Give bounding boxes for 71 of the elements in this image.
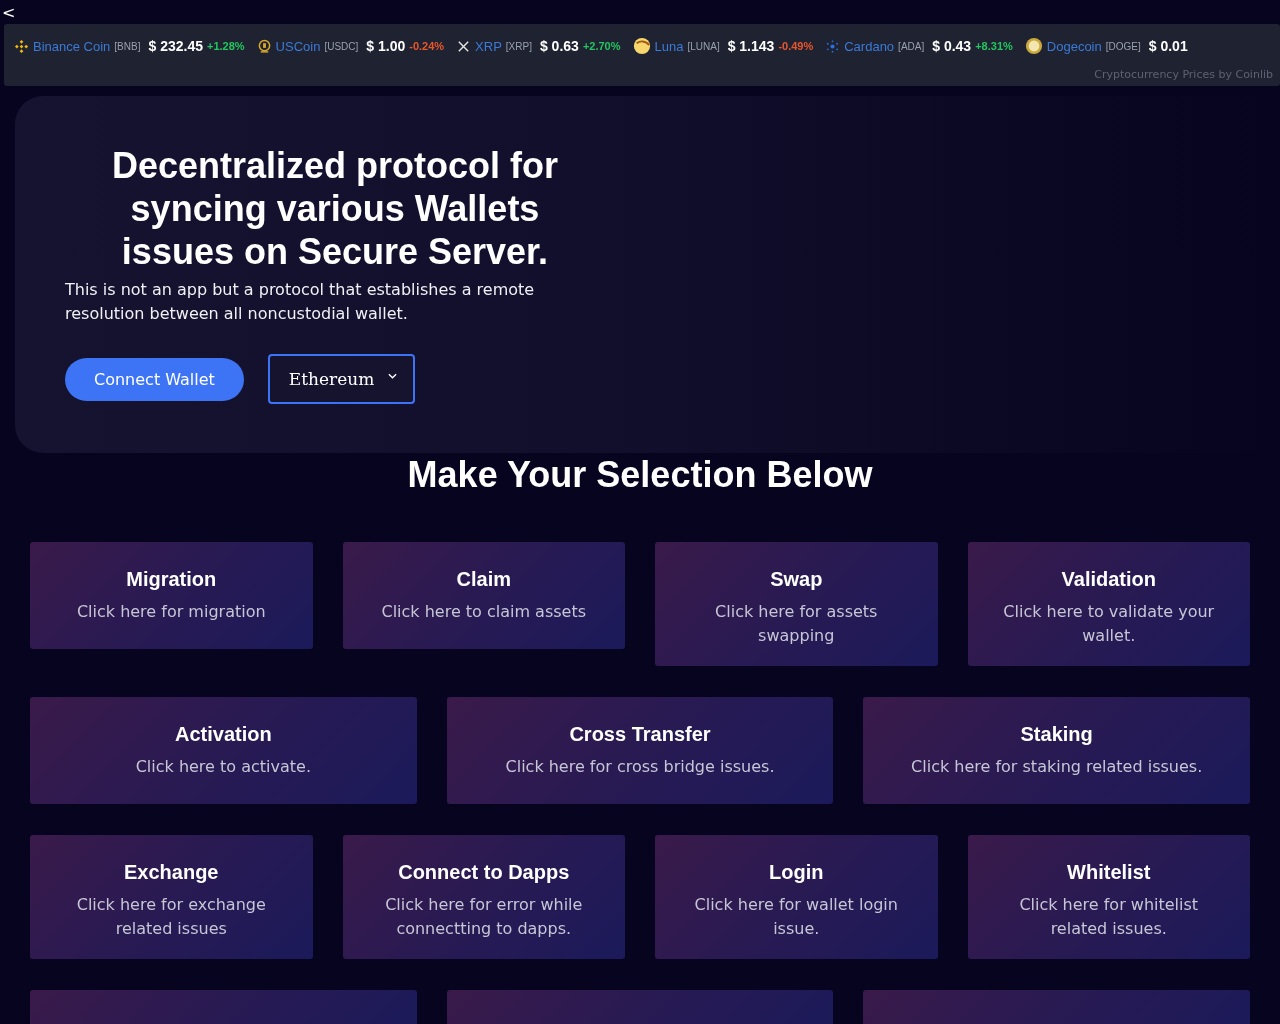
network-select[interactable]: Ethereum [267, 354, 416, 404]
price-change: -0.49% [778, 40, 814, 52]
option-card[interactable]: Activation Click here to activate. [30, 697, 417, 804]
option-card[interactable] [30, 990, 417, 1024]
coin-price: $ 1.143 [727, 38, 775, 54]
option-card[interactable]: Whitelist Click here for whitelist related issues. [967, 835, 1250, 959]
card-description: Click here for exchange related issues [75, 894, 267, 940]
coin-symbol: [USDC] [324, 40, 359, 52]
coin-name[interactable]: USCoin [275, 38, 321, 54]
card-description: Click here for cross bridge issues. [504, 756, 776, 778]
coin-symbol: [LUNA] [687, 40, 720, 52]
coin-name[interactable]: Binance Coin [33, 38, 111, 54]
card-description: Click here to claim assets [380, 601, 588, 623]
option-card[interactable]: Exchange Click here for exchange related issues [30, 835, 313, 959]
price-change: -0.24% [409, 40, 445, 52]
price-change: +2.70% [582, 40, 621, 52]
card-title: Validation [1060, 567, 1157, 592]
card-title: Login [768, 860, 825, 885]
coin-price: $ 0.43 [932, 38, 972, 54]
caret-icon [388, 373, 398, 379]
card-title: Connect to Dapps [397, 860, 571, 885]
coin-name[interactable]: Luna [654, 38, 684, 54]
section-title: Make Your Selection Below [406, 453, 874, 497]
card-title: Cross Transfer [568, 722, 712, 747]
card-title: Exchange [123, 860, 220, 885]
coin-icon [1024, 37, 1043, 55]
card-title: Staking [1019, 722, 1094, 747]
coin-symbol: [XRP] [505, 40, 532, 52]
card-title: Activation [174, 722, 273, 747]
card-title: Swap [769, 567, 824, 592]
option-card[interactable]: Login Click here for wallet login issue. [655, 835, 938, 959]
coin-price: $ 0.63 [539, 38, 579, 54]
coin-symbol: [DOGE] [1105, 40, 1141, 52]
card-description: Click here for migration [75, 601, 267, 623]
option-card[interactable]: Claim Click here to claim assets [342, 542, 625, 649]
coin-name[interactable]: XRP [475, 38, 502, 54]
card-description: Click here for staking related issues. [910, 756, 1204, 778]
credit-text: Cryptocurrency Prices by Coinlib [1093, 68, 1274, 81]
option-card[interactable]: Connect to Dapps Click here for error while connectting to dapps. [342, 835, 625, 959]
connect-wallet-button[interactable]: Connect Wallet [65, 357, 244, 401]
price-change: +1.28% [206, 40, 245, 52]
coin-price: $ 0.01 [1148, 38, 1188, 54]
coin-name[interactable]: Dogecoin [1046, 38, 1102, 54]
coin-price: $ 232.45 [148, 38, 203, 54]
diamond-icon [14, 38, 29, 54]
price-change: +8.31% [975, 40, 1013, 52]
option-card[interactable] [446, 990, 834, 1024]
card-title: Migration [125, 567, 218, 592]
card-description: Click here to validate your wallet. [1002, 601, 1216, 647]
option-card[interactable]: Validation Click here to validate your wallet. [967, 542, 1250, 666]
card-description: Click here to activate. [134, 756, 312, 778]
card-description: Click here for assets swapping [714, 601, 879, 647]
coin-symbol: [BNB] [114, 40, 141, 52]
option-card[interactable]: Staking Click here for staking related issues. [863, 697, 1250, 804]
coin-price: $ 1.00 [366, 38, 406, 54]
dots-icon [825, 38, 841, 54]
option-card[interactable] [863, 990, 1250, 1024]
option-card[interactable]: Swap Click here for assets swapping [655, 542, 938, 666]
coin-icon [256, 38, 272, 54]
coin-symbol: [ADA] [898, 40, 925, 52]
back-link[interactable]: < [0, 2, 16, 22]
hero-description: This is not an app but a protocol that establishes a remote resolution between all noncustodial wallet. [65, 279, 536, 325]
option-card[interactable]: Cross Transfer Click here for cross bridge issues. [446, 697, 834, 804]
card-title: Claim [455, 567, 512, 592]
option-card[interactable]: Migration Click here for migration [30, 542, 313, 649]
card-description: Click here for wallet login issue. [693, 894, 899, 940]
hero-title: Decentralized protocol for syncing various Wallets issues on Secure Server. [110, 144, 560, 273]
coin-name[interactable]: Cardano [844, 38, 895, 54]
card-description: Click here for whitelist related issues. [1018, 894, 1200, 940]
card-title: Whitelist [1066, 860, 1152, 885]
card-description: Click here for error while connectting to dapps. [384, 894, 584, 940]
